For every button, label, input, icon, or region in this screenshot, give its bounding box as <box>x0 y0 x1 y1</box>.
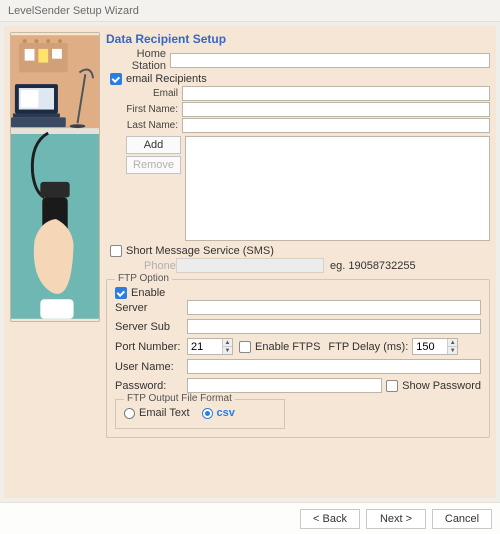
home-station-label: Home Station <box>106 48 170 72</box>
ftp-group-title: FTP Option <box>115 273 172 284</box>
email-text-radio[interactable] <box>124 408 135 419</box>
file-format-group: FTP Output File Format Email Text csv <box>115 399 285 429</box>
file-format-title: FTP Output File Format <box>124 393 235 404</box>
first-name-label: First Name: <box>126 104 182 115</box>
remove-button[interactable]: Remove <box>126 156 181 174</box>
password-label: Password: <box>115 380 187 392</box>
last-name-input[interactable] <box>182 118 490 133</box>
cancel-button[interactable]: Cancel <box>432 509 492 529</box>
csv-label: csv <box>217 407 235 419</box>
next-button[interactable]: Next > <box>366 509 426 529</box>
home-station-input[interactable] <box>170 53 490 68</box>
sms-checkbox[interactable] <box>110 245 122 257</box>
email-text-label: Email Text <box>139 407 190 419</box>
add-button[interactable]: Add <box>126 136 181 154</box>
last-name-label: Last Name: <box>126 120 182 131</box>
first-name-input[interactable] <box>182 102 490 117</box>
phone-input <box>176 258 324 273</box>
server-input[interactable] <box>187 300 481 315</box>
chevron-up-icon[interactable]: ▲ <box>222 339 232 347</box>
csv-radio[interactable] <box>202 408 213 419</box>
phone-example: eg. 19058732255 <box>330 260 416 272</box>
username-input[interactable] <box>187 359 481 374</box>
wizard-footer: < Back Next > Cancel <box>0 502 500 534</box>
chevron-down-icon[interactable]: ▼ <box>222 347 232 354</box>
show-password-label: Show Password <box>402 380 481 392</box>
password-input[interactable] <box>187 378 382 393</box>
side-illustration <box>10 32 100 322</box>
email-recipients-label: email Recipients <box>126 73 207 85</box>
device-illustration-icon <box>11 33 99 321</box>
ftp-group: FTP Option Enable Server Server Sub Port… <box>106 279 490 438</box>
enable-ftps-label: Enable FTPS <box>255 341 320 353</box>
port-spinner[interactable]: ▲▼ <box>187 338 233 355</box>
section-title: Data Recipient Setup <box>106 32 490 46</box>
email-label: Email <box>126 88 182 99</box>
ftp-enable-checkbox[interactable] <box>115 287 127 299</box>
window-title: LevelSender Setup Wizard <box>0 0 500 22</box>
ftp-enable-label: Enable <box>131 287 165 299</box>
server-label: Server <box>115 302 187 314</box>
email-recipients-checkbox[interactable] <box>110 73 122 85</box>
show-password-checkbox[interactable] <box>386 380 398 392</box>
chevron-up-icon[interactable]: ▲ <box>447 339 457 347</box>
ftp-delay-label: FTP Delay (ms): <box>328 341 408 353</box>
username-label: User Name: <box>115 361 187 373</box>
back-button[interactable]: < Back <box>300 509 360 529</box>
email-input[interactable] <box>182 86 490 101</box>
window-body: Data Recipient Setup Home Station email … <box>0 22 500 502</box>
ftp-delay-spinner[interactable]: ▲▼ <box>412 338 458 355</box>
form-area: Data Recipient Setup Home Station email … <box>106 32 490 492</box>
phone-label: Phone <box>144 260 176 272</box>
content-pane: Data Recipient Setup Home Station email … <box>4 26 496 498</box>
enable-ftps-checkbox[interactable] <box>239 341 251 353</box>
recipients-listbox[interactable] <box>185 136 490 241</box>
port-label: Port Number: <box>115 341 187 353</box>
chevron-down-icon[interactable]: ▼ <box>447 347 457 354</box>
server-sub-input[interactable] <box>187 319 481 334</box>
server-sub-label: Server Sub <box>115 321 187 333</box>
sms-label: Short Message Service (SMS) <box>126 245 274 257</box>
